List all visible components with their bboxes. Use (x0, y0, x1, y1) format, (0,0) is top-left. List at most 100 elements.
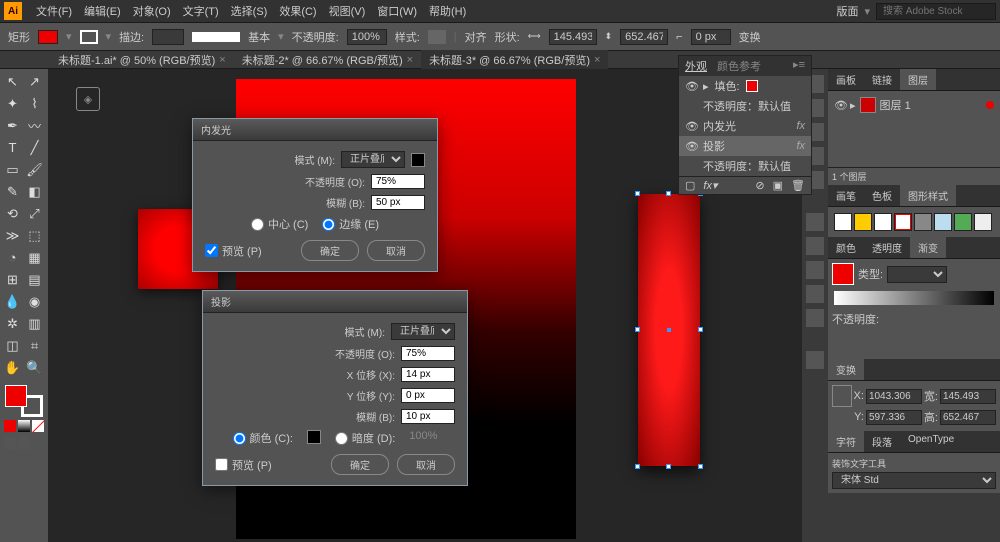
glow-color-swatch[interactable] (411, 153, 425, 167)
panel-menu-icon[interactable]: ▸≡ (793, 58, 805, 74)
perspective-tool[interactable]: ▦ (24, 247, 45, 268)
new-fill-icon[interactable]: ▢ (685, 179, 695, 192)
trash-icon[interactable]: 🗑 (791, 179, 805, 192)
dock-icon[interactable] (806, 285, 824, 303)
color-guide-tab[interactable]: 颜色参考 (717, 58, 761, 74)
menu-edit[interactable]: 编辑(E) (78, 3, 127, 19)
rectangle-tool[interactable]: ▭ (2, 159, 23, 180)
x-field[interactable] (866, 389, 922, 404)
preview-checkbox[interactable]: 预览 (P) (205, 243, 262, 259)
ok-button[interactable]: 确定 (331, 454, 389, 475)
drop-shadow-row[interactable]: 👁 投影fx (679, 136, 811, 156)
layers-tab[interactable]: 图层 (900, 69, 936, 90)
fill-stroke-controls[interactable] (2, 383, 46, 417)
menu-file[interactable]: 文件(F) (30, 3, 78, 19)
blend-mode-select[interactable]: 正片叠底 (341, 151, 405, 168)
character-tab[interactable]: 字符 (828, 431, 864, 452)
eyedropper-tool[interactable]: 💧 (2, 291, 23, 312)
font-family-select[interactable]: 宋体 Std (832, 472, 996, 489)
duplicate-icon[interactable]: ▣ (773, 179, 783, 192)
doc-tab-1[interactable]: 未标题-1.ai* @ 50% (RGB/预览)× (50, 50, 234, 70)
selected-rectangle[interactable] (638, 194, 700, 466)
menu-object[interactable]: 对象(O) (127, 3, 177, 19)
blend-tool[interactable]: ◉ (24, 291, 45, 312)
none-mode-icon[interactable] (32, 420, 44, 432)
cancel-button[interactable]: 取消 (397, 454, 455, 475)
gradient-fill-swatch[interactable] (832, 263, 854, 285)
visibility-icon[interactable]: 👁 (685, 140, 697, 152)
transparency-tab[interactable]: 透明度 (864, 237, 910, 258)
screen-mode-icon[interactable] (18, 437, 30, 449)
graphic-styles-tab[interactable]: 图形样式 (900, 185, 956, 206)
dock-icon[interactable] (806, 237, 824, 255)
h-field[interactable] (940, 410, 996, 425)
perspective-widget[interactable]: ◈ (76, 87, 100, 111)
dock-icon[interactable] (806, 213, 824, 231)
gradient-tab[interactable]: 渐变 (910, 237, 946, 258)
visibility-icon[interactable]: 👁 (685, 120, 697, 132)
color-mode-icon[interactable] (4, 420, 16, 432)
graph-tool[interactable]: ▥ (24, 313, 45, 334)
stroke-swatch[interactable] (80, 30, 98, 44)
layout-dropdown[interactable]: 版面 (836, 3, 858, 19)
gradient-tool[interactable]: ▤ (24, 269, 45, 290)
paintbrush-tool[interactable]: 🖌 (24, 159, 45, 180)
y-field[interactable] (866, 410, 922, 425)
fx-icon[interactable]: fx (796, 140, 805, 152)
drop-shadow-dialog[interactable]: 投影 模式 (M):正片叠底 不透明度 (O): X 位移 (X): Y 位移 … (202, 290, 468, 486)
opacity-input[interactable] (401, 346, 455, 361)
shadow-color-swatch[interactable] (307, 430, 321, 444)
doc-tab-3[interactable]: 未标题-3* @ 66.67% (RGB/预览)× (421, 50, 608, 70)
edge-radio[interactable]: 边缘 (E) (322, 216, 379, 232)
style-swatch[interactable] (428, 30, 446, 44)
menu-select[interactable]: 选择(S) (225, 3, 274, 19)
fill-row[interactable]: 👁 ▸填色: (679, 76, 811, 96)
style-swatch[interactable] (874, 213, 892, 231)
lasso-tool[interactable]: ⌇ (24, 93, 45, 114)
layer-row[interactable]: 👁 ▸ 图层 1 (832, 95, 996, 115)
style-swatch[interactable] (954, 213, 972, 231)
style-swatch[interactable] (934, 213, 952, 231)
fill-swatch[interactable] (38, 30, 58, 44)
shaper-tool[interactable]: ✎ (2, 181, 23, 202)
inner-glow-dialog[interactable]: 内发光 模式 (M):正片叠底 不透明度 (O): 模糊 (B): 中心 (C)… (192, 118, 438, 272)
magic-wand-tool[interactable]: ✦ (2, 93, 23, 114)
style-swatch[interactable] (834, 213, 852, 231)
x-offset-input[interactable] (401, 367, 455, 382)
opacity-field[interactable] (347, 29, 387, 45)
style-swatch[interactable] (894, 213, 912, 231)
mesh-tool[interactable]: ⊞ (2, 269, 23, 290)
style-swatch[interactable] (914, 213, 932, 231)
close-icon[interactable]: × (594, 54, 600, 66)
close-icon[interactable]: × (219, 54, 225, 66)
color-tab[interactable]: 颜色 (828, 237, 864, 258)
links-tab[interactable]: 链接 (864, 69, 900, 90)
visibility-icon[interactable]: 👁 (834, 99, 846, 111)
reference-point[interactable] (832, 385, 852, 407)
expand-icon[interactable]: ▸ (850, 99, 856, 112)
opacity-input[interactable] (371, 174, 425, 189)
curvature-tool[interactable]: 〰 (24, 115, 45, 136)
hand-tool[interactable]: ✋ (2, 357, 23, 378)
slice-tool[interactable]: ⌗ (24, 335, 45, 356)
menu-window[interactable]: 窗口(W) (371, 3, 423, 19)
selection-tool[interactable]: ↖ (2, 71, 23, 92)
rotate-tool[interactable]: ⟲ (2, 203, 23, 224)
brushes-tab[interactable]: 画笔 (828, 185, 864, 206)
width-tool[interactable]: ≫ (2, 225, 23, 246)
gradient-type-select[interactable] (887, 266, 947, 283)
fill-color[interactable] (5, 385, 27, 407)
appearance-panel[interactable]: 外观 颜色参考 ▸≡ 👁 ▸填色: 不透明度：默认值 👁 内发光fx 👁 投影f… (678, 55, 812, 195)
eraser-tool[interactable]: ◧ (24, 181, 45, 202)
cancel-button[interactable]: 取消 (367, 240, 425, 261)
gradient-slider[interactable] (834, 291, 994, 305)
direct-selection-tool[interactable]: ↗ (24, 71, 45, 92)
transform-tab[interactable]: 变换 (828, 359, 864, 380)
close-icon[interactable]: × (407, 54, 413, 66)
width-field[interactable] (549, 29, 597, 45)
inner-glow-row[interactable]: 👁 内发光fx (679, 116, 811, 136)
opacity-default-row[interactable]: 不透明度：默认值 (679, 96, 811, 116)
darkness-radio[interactable]: 暗度 (D): (335, 430, 395, 446)
style-swatch[interactable] (974, 213, 992, 231)
visibility-icon[interactable]: 👁 (685, 80, 697, 92)
